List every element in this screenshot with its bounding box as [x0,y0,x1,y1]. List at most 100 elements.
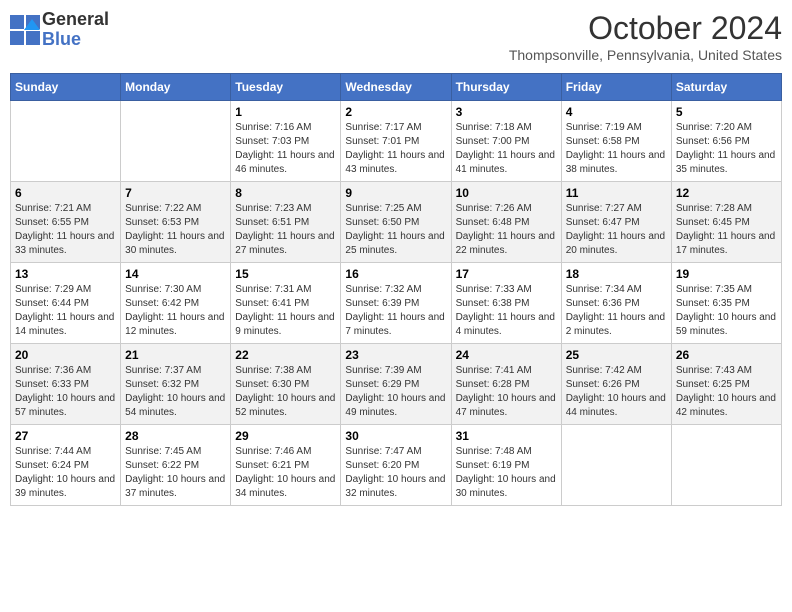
day-number: 7 [125,186,226,200]
day-sun-info: Sunrise: 7:17 AMSunset: 7:01 PMDaylight:… [345,121,446,177]
logo: General Blue [10,10,109,50]
day-number: 17 [456,267,557,281]
day-number: 8 [235,186,336,200]
day-number: 9 [345,186,446,200]
day-number: 4 [566,105,667,119]
logo-blue: Blue [42,30,109,50]
logo-general: General [42,10,109,30]
day-number: 24 [456,348,557,362]
calendar-cell: 22 Sunrise: 7:38 AMSunset: 6:30 PMDayligh… [231,344,341,425]
calendar-cell: 4 Sunrise: 7:19 AMSunset: 6:58 PMDaylight… [561,101,671,182]
calendar-cell: 12 Sunrise: 7:28 AMSunset: 6:45 PMDayligh… [671,182,781,263]
calendar-cell: 5Sunrise: 7:20 AMSunset: 6:56 PMDaylight… [671,101,781,182]
day-sun-info: Sunrise: 7:47 AMSunset: 6:20 PMDaylight:… [345,445,446,501]
day-number: 10 [456,186,557,200]
day-sun-info: Sunrise: 7:28 AMSunset: 6:45 PMDaylight:… [676,202,777,258]
calendar-cell: 13 Sunrise: 7:29 AMSunset: 6:44 PMDayligh… [11,263,121,344]
day-number: 6 [15,186,116,200]
title-area: October 2024 Thompsonville, Pennsylvania… [509,10,782,63]
day-number: 22 [235,348,336,362]
day-sun-info: Sunrise: 7:32 AMSunset: 6:39 PMDaylight:… [345,283,446,339]
day-number: 30 [345,429,446,443]
calendar-cell: 30 Sunrise: 7:47 AMSunset: 6:20 PMDayligh… [341,425,451,506]
day-sun-info: Sunrise: 7:37 AMSunset: 6:32 PMDaylight:… [125,364,226,420]
calendar-cell: 10Sunrise: 7:26 AMSunset: 6:48 PMDayligh… [451,182,561,263]
day-sun-info: Sunrise: 7:48 AMSunset: 6:19 PMDaylight:… [456,445,557,501]
day-sun-info: Sunrise: 7:43 AMSunset: 6:25 PMDaylight:… [676,364,777,420]
calendar-week-4: 20Sunrise: 7:36 AMSunset: 6:33 PMDayligh… [11,344,782,425]
day-number: 2 [345,105,446,119]
day-sun-info: Sunrise: 7:35 AMSunset: 6:35 PMDaylight:… [676,283,777,339]
calendar-cell: 15Sunrise: 7:31 AMSunset: 6:41 PMDayligh… [231,263,341,344]
month-title: October 2024 [509,10,782,47]
calendar-cell: 17Sunrise: 7:33 AMSunset: 6:38 PMDayligh… [451,263,561,344]
day-sun-info: Sunrise: 7:45 AMSunset: 6:22 PMDaylight:… [125,445,226,501]
calendar-week-1: 1 Sunrise: 7:16 AMSunset: 7:03 PMDaylight… [11,101,782,182]
day-sun-info: Sunrise: 7:25 AMSunset: 6:50 PMDaylight:… [345,202,446,258]
day-sun-info: Sunrise: 7:16 AMSunset: 7:03 PMDaylight:… [235,121,336,177]
day-sun-info: Sunrise: 7:42 AMSunset: 6:26 PMDaylight:… [566,364,667,420]
day-number: 21 [125,348,226,362]
day-number: 18 [566,267,667,281]
day-sun-info: Sunrise: 7:22 AMSunset: 6:53 PMDaylight:… [125,202,226,258]
day-sun-info: Sunrise: 7:18 AMSunset: 7:00 PMDaylight:… [456,121,557,177]
day-number: 13 [15,267,116,281]
calendar-header-row: SundayMondayTuesdayWednesdayThursdayFrid… [11,74,782,101]
calendar-cell: 20Sunrise: 7:36 AMSunset: 6:33 PMDayligh… [11,344,121,425]
calendar-cell: 25 Sunrise: 7:42 AMSunset: 6:26 PMDayligh… [561,344,671,425]
day-number: 16 [345,267,446,281]
calendar-cell: 23 Sunrise: 7:39 AMSunset: 6:29 PMDayligh… [341,344,451,425]
day-number: 3 [456,105,557,119]
day-header-monday: Monday [121,74,231,101]
calendar-cell: 16 Sunrise: 7:32 AMSunset: 6:39 PMDayligh… [341,263,451,344]
day-header-tuesday: Tuesday [231,74,341,101]
day-number: 27 [15,429,116,443]
logo-icon [10,15,40,45]
calendar-cell [121,101,231,182]
day-sun-info: Sunrise: 7:31 AMSunset: 6:41 PMDaylight:… [235,283,336,339]
day-header-saturday: Saturday [671,74,781,101]
calendar-cell: 11 Sunrise: 7:27 AMSunset: 6:47 PMDayligh… [561,182,671,263]
calendar-cell: 9 Sunrise: 7:25 AMSunset: 6:50 PMDaylight… [341,182,451,263]
day-sun-info: Sunrise: 7:20 AMSunset: 6:56 PMDaylight:… [676,121,777,177]
calendar-body: 1 Sunrise: 7:16 AMSunset: 7:03 PMDaylight… [11,101,782,506]
day-sun-info: Sunrise: 7:27 AMSunset: 6:47 PMDaylight:… [566,202,667,258]
day-sun-info: Sunrise: 7:23 AMSunset: 6:51 PMDaylight:… [235,202,336,258]
page-header: General Blue October 2024 Thompsonville,… [10,10,782,63]
day-sun-info: Sunrise: 7:39 AMSunset: 6:29 PMDaylight:… [345,364,446,420]
day-number: 12 [676,186,777,200]
calendar-cell [561,425,671,506]
calendar-cell [11,101,121,182]
calendar-cell: 24 Sunrise: 7:41 AMSunset: 6:28 PMDayligh… [451,344,561,425]
calendar-cell: 21 Sunrise: 7:37 AMSunset: 6:32 PMDayligh… [121,344,231,425]
calendar-week-5: 27 Sunrise: 7:44 AMSunset: 6:24 PMDayligh… [11,425,782,506]
day-sun-info: Sunrise: 7:38 AMSunset: 6:30 PMDaylight:… [235,364,336,420]
day-sun-info: Sunrise: 7:29 AMSunset: 6:44 PMDaylight:… [15,283,116,339]
day-sun-info: Sunrise: 7:46 AMSunset: 6:21 PMDaylight:… [235,445,336,501]
day-sun-info: Sunrise: 7:41 AMSunset: 6:28 PMDaylight:… [456,364,557,420]
day-number: 23 [345,348,446,362]
calendar-cell: 26 Sunrise: 7:43 AMSunset: 6:25 PMDayligh… [671,344,781,425]
day-sun-info: Sunrise: 7:21 AMSunset: 6:55 PMDaylight:… [15,202,116,258]
day-header-friday: Friday [561,74,671,101]
calendar-cell: 3 Sunrise: 7:18 AMSunset: 7:00 PMDaylight… [451,101,561,182]
calendar-table: SundayMondayTuesdayWednesdayThursdayFrid… [10,73,782,506]
calendar-week-2: 6 Sunrise: 7:21 AMSunset: 6:55 PMDaylight… [11,182,782,263]
day-number: 14 [125,267,226,281]
day-number: 25 [566,348,667,362]
day-number: 1 [235,105,336,119]
calendar-cell [671,425,781,506]
calendar-cell: 6 Sunrise: 7:21 AMSunset: 6:55 PMDaylight… [11,182,121,263]
day-sun-info: Sunrise: 7:19 AMSunset: 6:58 PMDaylight:… [566,121,667,177]
calendar-cell: 19 Sunrise: 7:35 AMSunset: 6:35 PMDayligh… [671,263,781,344]
calendar-cell: 31 Sunrise: 7:48 AMSunset: 6:19 PMDayligh… [451,425,561,506]
day-sun-info: Sunrise: 7:36 AMSunset: 6:33 PMDaylight:… [15,364,116,420]
calendar-cell: 29Sunrise: 7:46 AMSunset: 6:21 PMDayligh… [231,425,341,506]
location-text: Thompsonville, Pennsylvania, United Stat… [509,47,782,63]
calendar-cell: 28Sunrise: 7:45 AMSunset: 6:22 PMDayligh… [121,425,231,506]
day-number: 19 [676,267,777,281]
day-number: 31 [456,429,557,443]
day-sun-info: Sunrise: 7:44 AMSunset: 6:24 PMDaylight:… [15,445,116,501]
day-number: 11 [566,186,667,200]
day-number: 26 [676,348,777,362]
